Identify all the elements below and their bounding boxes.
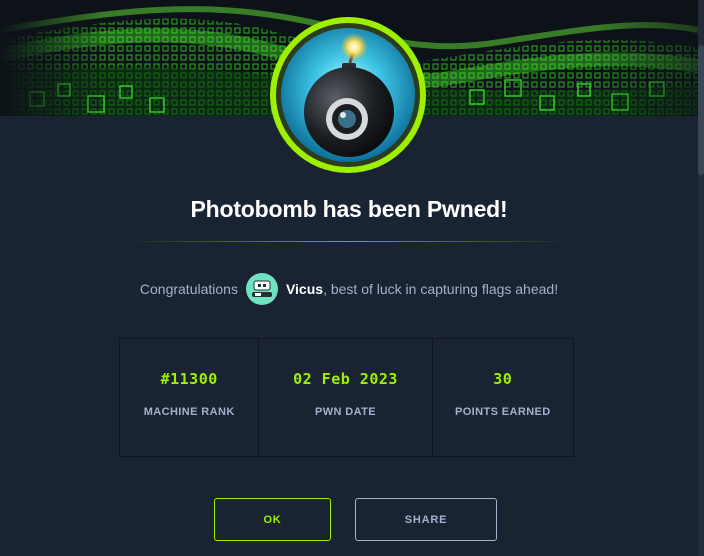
page-title: Photobomb has been Pwned!: [190, 196, 508, 222]
scrollbar[interactable]: [698, 0, 704, 556]
share-button[interactable]: SHARE: [355, 498, 497, 541]
stats-panel: #11300 MACHINE RANK 02 Feb 2023 PWN DATE…: [119, 338, 574, 457]
bomb-camera-icon: [270, 17, 426, 173]
stat-pwn-date: 02 Feb 2023 PWN DATE: [259, 339, 433, 456]
machine-avatar: [268, 15, 428, 175]
scrollbar-thumb[interactable]: [698, 45, 704, 175]
title-divider: [125, 241, 571, 242]
user-avatar-icon: [245, 273, 278, 305]
stat-points-earned: 30 POINTS EARNED: [433, 339, 573, 456]
username-link[interactable]: Vicus: [286, 281, 323, 297]
congratulations-message: Congratulations Vicus , best of luck in …: [0, 272, 698, 306]
stat-value: 02 Feb 2023: [293, 370, 398, 388]
ok-button[interactable]: OK: [214, 498, 331, 541]
stat-machine-rank: #11300 MACHINE RANK: [120, 339, 260, 456]
stat-value: #11300: [160, 370, 218, 388]
stat-label: POINTS EARNED: [454, 406, 551, 418]
stat-label: MACHINE RANK: [143, 406, 235, 418]
stat-label: PWN DATE: [314, 406, 377, 418]
stat-value: 30: [493, 370, 513, 388]
congrats-suffix: , best of luck in capturing flags ahead!: [323, 281, 559, 297]
congrats-prefix: Congratulations: [139, 281, 238, 297]
